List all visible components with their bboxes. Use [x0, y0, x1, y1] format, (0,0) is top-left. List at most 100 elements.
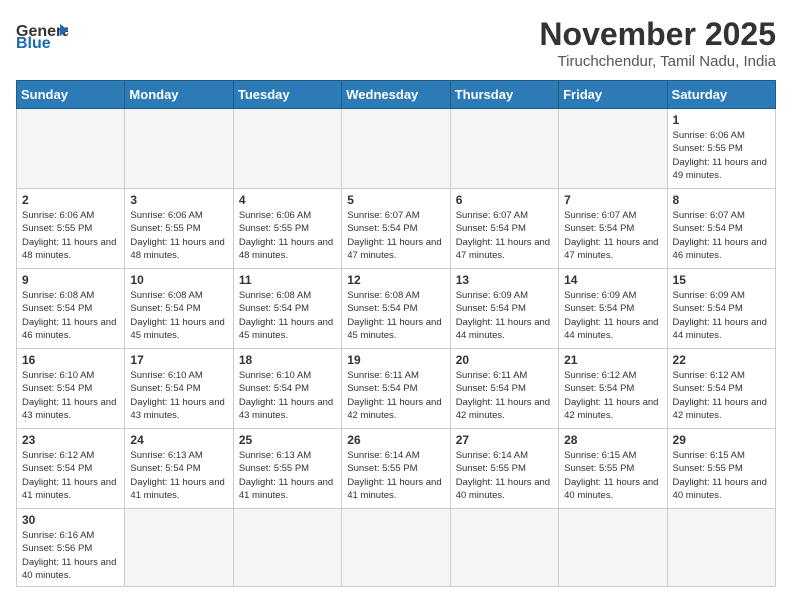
calendar-table: SundayMondayTuesdayWednesdayThursdayFrid…: [16, 80, 776, 587]
calendar-cell: 12 Sunrise: 6:08 AM Sunset: 5:54 PM Dayli…: [342, 269, 450, 349]
calendar-cell: [450, 509, 558, 587]
day-info: Sunrise: 6:08 AM Sunset: 5:54 PM Dayligh…: [347, 289, 444, 342]
day-info: Sunrise: 6:11 AM Sunset: 5:54 PM Dayligh…: [456, 369, 553, 422]
day-info: Sunrise: 6:08 AM Sunset: 5:54 PM Dayligh…: [130, 289, 227, 342]
calendar-cell: 9Sunrise: 6:08 AM Sunset: 5:54 PM Daylig…: [17, 269, 125, 349]
day-info: Sunrise: 6:12 AM Sunset: 5:54 PM Dayligh…: [673, 369, 770, 422]
calendar-cell: 22 Sunrise: 6:12 AM Sunset: 5:54 PM Dayli…: [667, 349, 775, 429]
calendar-cell: 15 Sunrise: 6:09 AM Sunset: 5:54 PM Dayli…: [667, 269, 775, 349]
calendar-cell: 8Sunrise: 6:07 AM Sunset: 5:54 PM Daylig…: [667, 189, 775, 269]
day-number: 6: [456, 193, 553, 207]
day-number: 1: [673, 113, 770, 127]
day-header-monday: Monday: [125, 81, 233, 109]
day-info: Sunrise: 6:15 AM Sunset: 5:55 PM Dayligh…: [564, 449, 661, 502]
day-header-thursday: Thursday: [450, 81, 558, 109]
calendar-week-row: 16 Sunrise: 6:10 AM Sunset: 5:54 PM Dayli…: [17, 349, 776, 429]
calendar-cell: 5 Sunrise: 6:07 AM Sunset: 5:54 PM Daylig…: [342, 189, 450, 269]
day-number: 21: [564, 353, 661, 367]
header: General Blue November 2025 Tiruchchendur…: [16, 16, 776, 70]
calendar-cell: 16 Sunrise: 6:10 AM Sunset: 5:54 PM Dayli…: [17, 349, 125, 429]
day-number: 17: [130, 353, 227, 367]
day-number: 23: [22, 433, 119, 447]
day-info: Sunrise: 6:06 AM Sunset: 5:55 PM Dayligh…: [673, 129, 770, 182]
day-number: 3: [130, 193, 227, 207]
svg-text:Blue: Blue: [16, 35, 51, 48]
day-number: 15: [673, 273, 770, 287]
day-number: 30: [22, 513, 119, 527]
day-info: Sunrise: 6:06 AM Sunset: 5:55 PM Dayligh…: [130, 209, 227, 262]
calendar-cell: 29 Sunrise: 6:15 AM Sunset: 5:55 PM Dayli…: [667, 429, 775, 509]
day-info: Sunrise: 6:12 AM Sunset: 5:54 PM Dayligh…: [22, 449, 119, 502]
calendar-cell: [450, 109, 558, 189]
calendar-cell: 18 Sunrise: 6:10 AM Sunset: 5:54 PM Dayli…: [233, 349, 341, 429]
calendar-cell: 20Sunrise: 6:11 AM Sunset: 5:54 PM Dayli…: [450, 349, 558, 429]
day-info: Sunrise: 6:06 AM Sunset: 5:55 PM Dayligh…: [22, 209, 119, 262]
day-number: 24: [130, 433, 227, 447]
calendar-cell: 11 Sunrise: 6:08 AM Sunset: 5:54 PM Dayli…: [233, 269, 341, 349]
logo: General Blue: [16, 16, 68, 48]
calendar-cell: 17 Sunrise: 6:10 AM Sunset: 5:54 PM Dayli…: [125, 349, 233, 429]
day-number: 13: [456, 273, 553, 287]
day-number: 7: [564, 193, 661, 207]
day-info: Sunrise: 6:08 AM Sunset: 5:54 PM Dayligh…: [22, 289, 119, 342]
day-number: 14: [564, 273, 661, 287]
calendar-cell: 28 Sunrise: 6:15 AM Sunset: 5:55 PM Dayli…: [559, 429, 667, 509]
calendar-cell: 2 Sunrise: 6:06 AM Sunset: 5:55 PM Daylig…: [17, 189, 125, 269]
calendar-cell: 4Sunrise: 6:06 AM Sunset: 5:55 PM Daylig…: [233, 189, 341, 269]
day-number: 22: [673, 353, 770, 367]
calendar-cell: 30Sunrise: 6:16 AM Sunset: 5:56 PM Dayli…: [17, 509, 125, 587]
day-info: Sunrise: 6:08 AM Sunset: 5:54 PM Dayligh…: [239, 289, 336, 342]
calendar-week-row: 2 Sunrise: 6:06 AM Sunset: 5:55 PM Daylig…: [17, 189, 776, 269]
calendar-cell: [233, 109, 341, 189]
day-number: 12: [347, 273, 444, 287]
day-info: Sunrise: 6:10 AM Sunset: 5:54 PM Dayligh…: [239, 369, 336, 422]
calendar-cell: [125, 509, 233, 587]
calendar-cell: [342, 109, 450, 189]
day-number: 4: [239, 193, 336, 207]
day-number: 26: [347, 433, 444, 447]
calendar-cell: [559, 109, 667, 189]
calendar-cell: [125, 109, 233, 189]
day-number: 28: [564, 433, 661, 447]
day-info: Sunrise: 6:07 AM Sunset: 5:54 PM Dayligh…: [564, 209, 661, 262]
day-info: Sunrise: 6:14 AM Sunset: 5:55 PM Dayligh…: [456, 449, 553, 502]
day-info: Sunrise: 6:13 AM Sunset: 5:55 PM Dayligh…: [239, 449, 336, 502]
calendar-cell: 10Sunrise: 6:08 AM Sunset: 5:54 PM Dayli…: [125, 269, 233, 349]
logo-icon: General Blue: [16, 16, 68, 48]
day-info: Sunrise: 6:09 AM Sunset: 5:54 PM Dayligh…: [673, 289, 770, 342]
title-area: November 2025 Tiruchchendur, Tamil Nadu,…: [539, 16, 776, 70]
day-header-wednesday: Wednesday: [342, 81, 450, 109]
day-number: 25: [239, 433, 336, 447]
day-number: 16: [22, 353, 119, 367]
calendar-week-row: 9Sunrise: 6:08 AM Sunset: 5:54 PM Daylig…: [17, 269, 776, 349]
calendar-header-row: SundayMondayTuesdayWednesdayThursdayFrid…: [17, 81, 776, 109]
calendar-cell: [667, 509, 775, 587]
day-info: Sunrise: 6:15 AM Sunset: 5:55 PM Dayligh…: [673, 449, 770, 502]
calendar-cell: 14 Sunrise: 6:09 AM Sunset: 5:54 PM Dayli…: [559, 269, 667, 349]
calendar-cell: 21 Sunrise: 6:12 AM Sunset: 5:54 PM Dayli…: [559, 349, 667, 429]
day-number: 8: [673, 193, 770, 207]
calendar-cell: 7 Sunrise: 6:07 AM Sunset: 5:54 PM Daylig…: [559, 189, 667, 269]
day-info: Sunrise: 6:10 AM Sunset: 5:54 PM Dayligh…: [22, 369, 119, 422]
day-info: Sunrise: 6:09 AM Sunset: 5:54 PM Dayligh…: [564, 289, 661, 342]
day-info: Sunrise: 6:10 AM Sunset: 5:54 PM Dayligh…: [130, 369, 227, 422]
day-number: 18: [239, 353, 336, 367]
day-number: 2: [22, 193, 119, 207]
calendar-week-row: 1 Sunrise: 6:06 AM Sunset: 5:55 PM Daylig…: [17, 109, 776, 189]
day-info: Sunrise: 6:13 AM Sunset: 5:54 PM Dayligh…: [130, 449, 227, 502]
calendar-cell: [342, 509, 450, 587]
calendar-cell: 6Sunrise: 6:07 AM Sunset: 5:54 PM Daylig…: [450, 189, 558, 269]
day-info: Sunrise: 6:12 AM Sunset: 5:54 PM Dayligh…: [564, 369, 661, 422]
calendar-cell: 25 Sunrise: 6:13 AM Sunset: 5:55 PM Dayli…: [233, 429, 341, 509]
calendar-cell: 23 Sunrise: 6:12 AM Sunset: 5:54 PM Dayli…: [17, 429, 125, 509]
month-title: November 2025: [539, 16, 776, 53]
calendar-cell: 27Sunrise: 6:14 AM Sunset: 5:55 PM Dayli…: [450, 429, 558, 509]
calendar-cell: 13Sunrise: 6:09 AM Sunset: 5:54 PM Dayli…: [450, 269, 558, 349]
day-number: 5: [347, 193, 444, 207]
day-info: Sunrise: 6:07 AM Sunset: 5:54 PM Dayligh…: [347, 209, 444, 262]
day-number: 11: [239, 273, 336, 287]
calendar-week-row: 30Sunrise: 6:16 AM Sunset: 5:56 PM Dayli…: [17, 509, 776, 587]
calendar-cell: 26Sunrise: 6:14 AM Sunset: 5:55 PM Dayli…: [342, 429, 450, 509]
calendar-week-row: 23 Sunrise: 6:12 AM Sunset: 5:54 PM Dayli…: [17, 429, 776, 509]
day-number: 29: [673, 433, 770, 447]
